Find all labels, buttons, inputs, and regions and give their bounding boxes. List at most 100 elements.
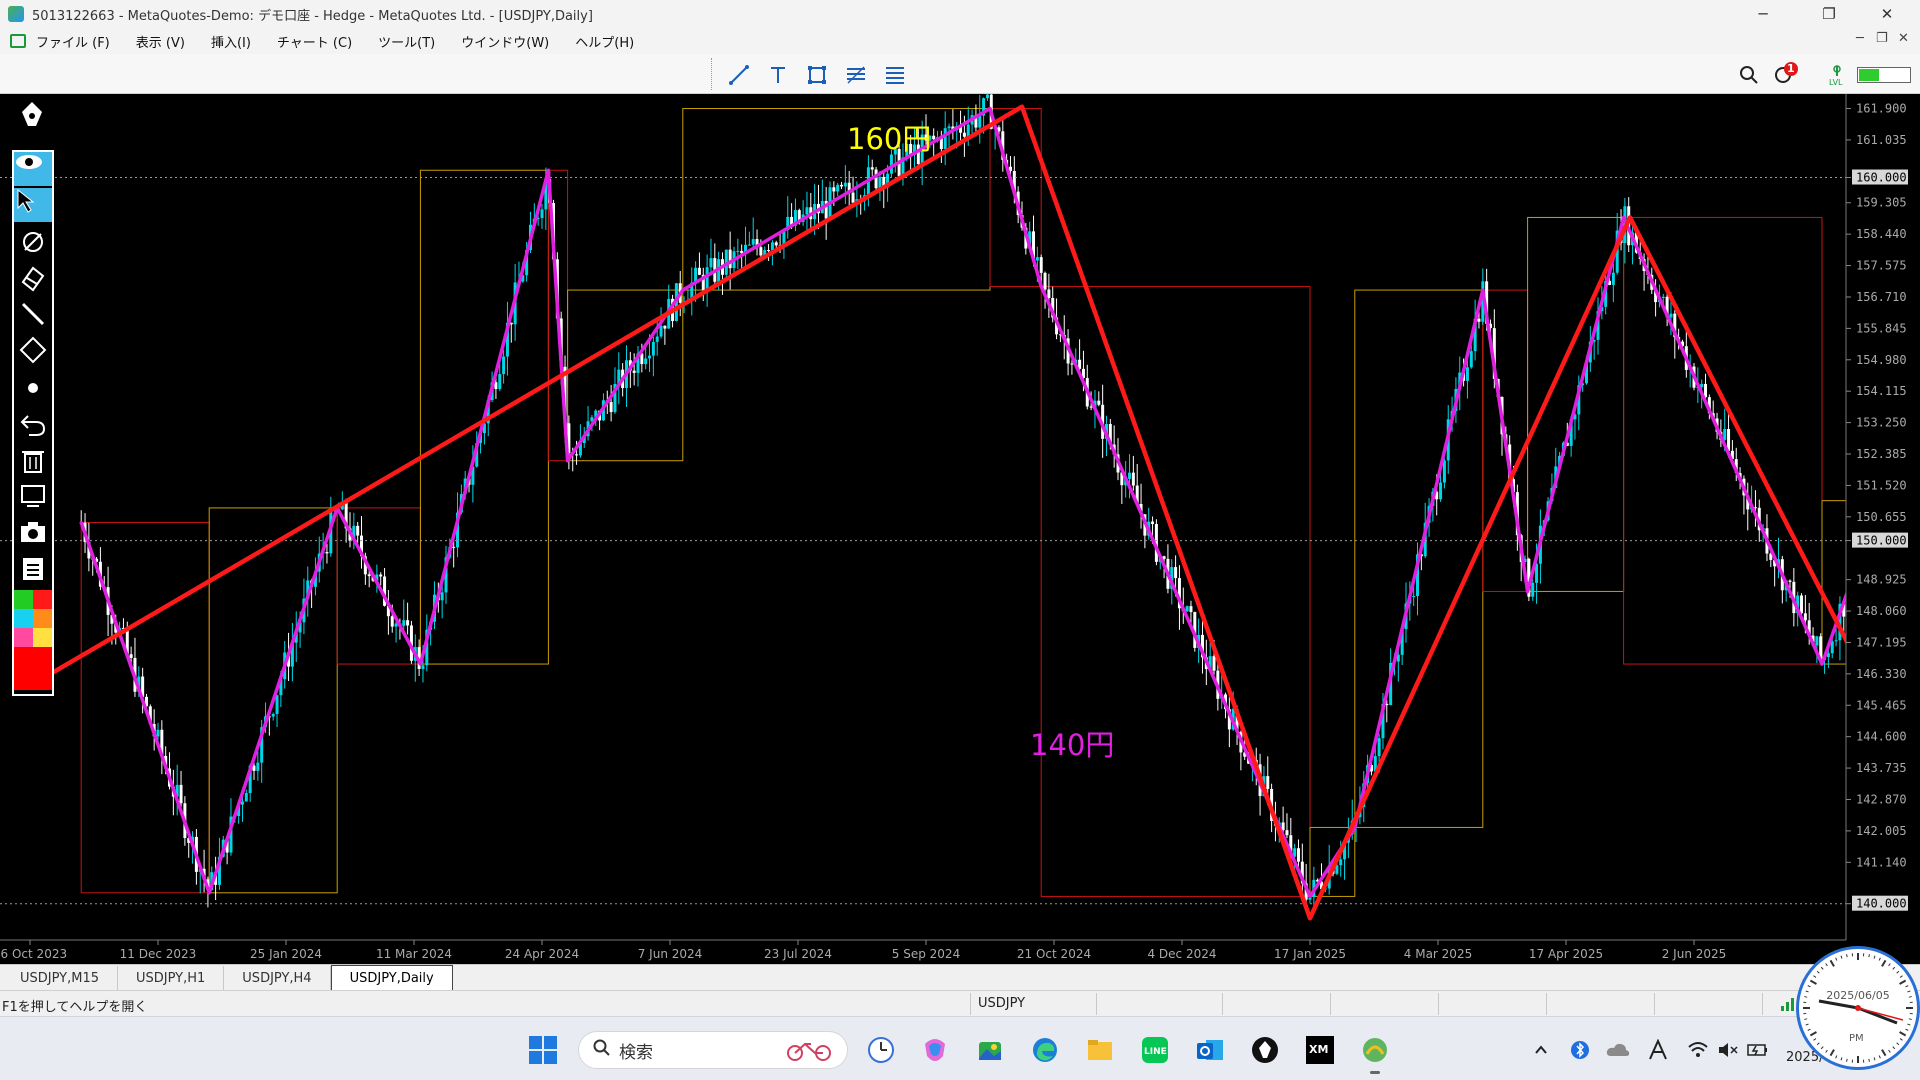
onedrive-cloud-icon[interactable] — [1603, 1035, 1633, 1065]
taskbar-search-box[interactable]: 検索 — [578, 1031, 848, 1069]
eye-icon[interactable] — [14, 152, 52, 186]
ime-indicator-icon[interactable] — [1643, 1035, 1673, 1065]
clipboard-icon[interactable] — [19, 554, 47, 582]
price-tick-label: 141.140 — [1856, 855, 1907, 869]
color-swatch-pink[interactable] — [14, 628, 33, 647]
clock-app-icon[interactable] — [866, 1035, 896, 1065]
candle-body — [1803, 613, 1807, 621]
pen-icon[interactable] — [16, 100, 48, 132]
wifi-icon[interactable] — [1683, 1035, 1713, 1065]
color-palette[interactable] — [14, 590, 52, 694]
menu-insert[interactable]: 挿入(I) — [211, 32, 251, 51]
price-tick-label: 150.655 — [1856, 510, 1907, 524]
analog-clock-widget[interactable]: 2025/06/05 PM — [1796, 946, 1920, 1070]
minimize-button[interactable]: ─ — [1740, 0, 1786, 28]
outlook-icon[interactable] — [1195, 1035, 1225, 1065]
candle-body — [1377, 738, 1381, 757]
battery-icon[interactable] — [1743, 1035, 1773, 1065]
price-chart[interactable]: 161.900 161.035 160.000 159.305 158.440 157.5… — [0, 94, 1920, 964]
maximize-button[interactable]: ❐ — [1806, 0, 1852, 28]
photos-app-icon[interactable] — [975, 1035, 1005, 1065]
text-icon[interactable] — [765, 62, 791, 88]
candle-body — [1834, 640, 1838, 642]
line-tool-icon[interactable] — [19, 300, 47, 328]
color-swatch-green[interactable] — [14, 590, 33, 609]
undo-icon[interactable] — [19, 410, 47, 438]
search-icon[interactable] — [1736, 62, 1762, 88]
screen-icon[interactable] — [19, 482, 47, 510]
menu-file[interactable]: ファイル (F) — [36, 32, 110, 51]
edge-browser-icon[interactable] — [1030, 1035, 1060, 1065]
candle-body — [851, 192, 855, 203]
price-tick-label: 144.600 — [1856, 730, 1907, 744]
xm-trading-icon[interactable]: XM — [1305, 1035, 1335, 1065]
menu-view[interactable]: 表示 (V) — [136, 32, 185, 51]
marker-icon[interactable] — [19, 264, 47, 292]
show-hidden-icons-chevron[interactable] — [1526, 1035, 1556, 1065]
ruler-icon[interactable] — [19, 336, 47, 364]
trendline-icon[interactable] — [726, 62, 752, 88]
trash-icon[interactable] — [19, 446, 47, 474]
metatrader-taskbar-icon[interactable] — [1360, 1035, 1390, 1074]
clock-tick — [1878, 957, 1881, 961]
color-swatch-red[interactable] — [33, 590, 52, 609]
selected-color-red[interactable] — [14, 647, 52, 690]
rectangle-icon[interactable] — [804, 62, 830, 88]
tab-usdjpy-daily[interactable]: USDJPY,Daily — [330, 965, 453, 990]
file-explorer-icon[interactable] — [1085, 1035, 1115, 1065]
zigzag-minor-line-point — [79, 520, 83, 524]
help-hint: F1を押してヘルプを開く — [2, 1000, 148, 1015]
clock-date: 2025/06/05 — [1826, 989, 1890, 1002]
candle-body — [1047, 289, 1051, 298]
price-tick-label: 148.925 — [1856, 573, 1907, 587]
notifications-icon[interactable]: 1 — [1772, 62, 1798, 88]
svg-text:LINE: LINE — [1144, 1047, 1167, 1057]
menu-tools[interactable]: ツール(T) — [378, 32, 435, 51]
windows-start-icon[interactable] — [528, 1035, 558, 1065]
annotation-160-yen[interactable]: 160円 — [847, 116, 931, 158]
mdi-minimize-button[interactable]: ─ — [1856, 31, 1864, 46]
clock-tick — [1813, 1038, 1817, 1041]
clock-tick — [1873, 1057, 1876, 1061]
color-swatch-yellow[interactable] — [33, 628, 52, 647]
candle-body — [271, 713, 275, 717]
candle-body — [663, 325, 667, 329]
toolbar: 1 LVL — [0, 54, 1920, 94]
menu-bar: ファイル (F) 表示 (V) 挿入(I) チャート (C) ツール(T) ウイ… — [0, 28, 1920, 54]
camera-icon[interactable] — [19, 518, 47, 546]
chart-canvas[interactable]: 161.900 161.035 160.000 159.305 158.440 157.5… — [0, 94, 1920, 964]
candle-body — [1611, 272, 1615, 285]
status-divider — [1330, 993, 1331, 1015]
tab-usdjpy-h4[interactable]: USDJPY,H4 — [224, 966, 331, 990]
mdi-restore-button[interactable]: ❐ — [1876, 31, 1888, 46]
candle-body — [1131, 472, 1135, 486]
line-app-icon[interactable]: LINE — [1140, 1035, 1170, 1065]
candle-body — [1531, 582, 1535, 597]
active-app-indicator — [1370, 1071, 1380, 1074]
channel-icon[interactable] — [882, 62, 908, 88]
status-bar: F1を押してヘルプを開く USDJPY — [0, 990, 1920, 1016]
candle-body — [1412, 596, 1416, 598]
clock-tick — [1820, 966, 1824, 970]
annotation-140-yen[interactable]: 140円 — [1030, 722, 1114, 764]
color-swatch-orange[interactable] — [33, 609, 52, 628]
bluetooth-icon[interactable] — [1565, 1035, 1595, 1065]
menu-help[interactable]: ヘルプ(H) — [575, 32, 634, 51]
price-tick-label: 142.005 — [1856, 824, 1907, 838]
color-swatch-cyan[interactable] — [14, 609, 33, 628]
mdi-close-button[interactable]: ✕ — [1898, 31, 1909, 46]
menu-window[interactable]: ウインドウ(W) — [461, 32, 549, 51]
pen-app-icon[interactable] — [1250, 1035, 1280, 1065]
close-button[interactable]: ✕ — [1864, 0, 1910, 28]
tab-usdjpy-h1[interactable]: USDJPY,H1 — [118, 966, 225, 990]
fibonacci-icon[interactable] — [843, 62, 869, 88]
price-axis: 161.900 161.035 160.000 159.305 158.440 157.5… — [1845, 94, 1920, 964]
eraser-selection-icon[interactable] — [19, 228, 47, 256]
copilot-icon[interactable] — [920, 1035, 950, 1065]
volume-muted-icon[interactable] — [1713, 1035, 1743, 1065]
tab-usdjpy-m15[interactable]: USDJPY,M15 — [2, 966, 118, 990]
dot-tool-icon[interactable] — [19, 374, 47, 402]
menu-chart[interactable]: チャート (C) — [277, 32, 352, 51]
candle-body — [697, 267, 701, 275]
cursor-arrow-icon[interactable] — [14, 188, 52, 222]
